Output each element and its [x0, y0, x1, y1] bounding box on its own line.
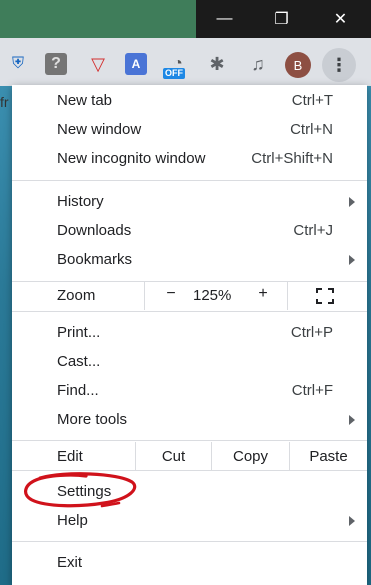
- maximize-icon: ❐: [274, 11, 289, 28]
- cut-button[interactable]: Cut: [136, 448, 211, 465]
- minimize-icon: —: [216, 10, 233, 27]
- menu-item-label: Print...: [57, 324, 101, 341]
- menu-item-label: Find...: [57, 382, 99, 399]
- menu-item-label: More tools: [57, 411, 128, 428]
- fullscreen-icon[interactable]: [316, 288, 334, 304]
- menu-item-label: Downloads: [57, 222, 132, 239]
- menu-item-label: Help: [57, 512, 88, 529]
- menu-item-downloads[interactable]: Downloads Ctrl+J: [12, 216, 367, 245]
- menu-item-shortcut: Ctrl+Shift+N: [251, 150, 333, 167]
- menu-item-new-window[interactable]: New window Ctrl+N: [12, 115, 367, 144]
- vivaldi-shield-icon[interactable]: ▽: [86, 52, 110, 76]
- close-button[interactable]: ✕: [310, 0, 371, 38]
- help-extension-icon[interactable]: ?: [45, 53, 67, 75]
- zoom-row: Zoom − 125% +: [12, 282, 367, 310]
- desktop-background: [0, 0, 196, 38]
- menu-item-label: Cast...: [57, 353, 101, 370]
- menu-item-print[interactable]: Print... Ctrl+P: [12, 318, 367, 347]
- menu-item-shortcut: Ctrl+P: [290, 324, 333, 341]
- menu-item-label: Bookmarks: [57, 251, 133, 268]
- menu-item-shortcut: Ctrl+F: [291, 382, 333, 399]
- menu-item-new-incognito-window[interactable]: New incognito window Ctrl+Shift+N: [12, 144, 367, 173]
- zoom-divider: [144, 282, 145, 310]
- edit-row: Edit Cut Copy Paste: [12, 442, 367, 470]
- menu-item-find[interactable]: Find... Ctrl+F: [12, 376, 367, 405]
- page-peek-text: fr: [0, 94, 9, 110]
- translate-icon[interactable]: A: [125, 53, 147, 75]
- media-queue-icon[interactable]: ♫: [246, 52, 270, 76]
- submenu-arrow-icon: [349, 197, 355, 207]
- menu-item-bookmarks[interactable]: Bookmarks: [12, 245, 367, 274]
- menu-item-shortcut: Ctrl+J: [293, 222, 333, 239]
- copy-button[interactable]: Copy: [212, 448, 289, 465]
- menu-item-label: Exit: [57, 554, 83, 571]
- menu-item-exit[interactable]: Exit: [12, 548, 367, 577]
- submenu-arrow-icon: [349, 516, 355, 526]
- menu-divider: [12, 180, 367, 181]
- menu-item-label: New incognito window: [57, 150, 206, 167]
- menu-item-label: New tab: [57, 92, 113, 109]
- menu-item-shortcut: Ctrl+T: [291, 92, 333, 109]
- zoom-label: Zoom: [57, 287, 96, 304]
- shield-extension-icon[interactable]: ⛨: [6, 52, 30, 76]
- submenu-arrow-icon: [349, 415, 355, 425]
- menu-item-shortcut: Ctrl+N: [290, 121, 333, 138]
- menu-item-label: Settings: [57, 483, 112, 500]
- menu-divider: [12, 541, 367, 542]
- menu-item-history[interactable]: History: [12, 187, 367, 216]
- menu-item-settings[interactable]: Settings: [12, 477, 367, 506]
- menu-divider: [12, 470, 367, 471]
- profile-avatar[interactable]: B: [285, 52, 311, 78]
- submenu-arrow-icon: [349, 255, 355, 265]
- edit-label: Edit: [57, 448, 83, 465]
- chrome-main-menu: New tab Ctrl+T New window Ctrl+N New inc…: [12, 85, 367, 585]
- zoom-level: 125%: [193, 287, 232, 304]
- zoom-divider: [287, 282, 288, 310]
- off-badge: OFF: [163, 68, 185, 79]
- menu-divider: [12, 311, 367, 312]
- menu-divider: [12, 440, 367, 441]
- close-icon: ✕: [333, 11, 348, 28]
- menu-item-cast[interactable]: Cast...: [12, 347, 367, 376]
- menu-item-label: History: [57, 193, 104, 210]
- maximize-button[interactable]: ❐: [253, 0, 310, 38]
- paste-button[interactable]: Paste: [290, 448, 367, 465]
- menu-item-more-tools[interactable]: More tools: [12, 405, 367, 434]
- menu-item-help[interactable]: Help: [12, 506, 367, 535]
- menu-kebab-icon[interactable]: ⋮: [322, 48, 356, 82]
- zoom-in-button[interactable]: +: [255, 285, 271, 303]
- menu-item-new-tab[interactable]: New tab Ctrl+T: [12, 86, 367, 115]
- minimize-button[interactable]: —: [196, 0, 253, 38]
- puzzle-icon[interactable]: ✱: [205, 52, 229, 76]
- zoom-out-button[interactable]: −: [162, 285, 180, 303]
- menu-item-label: New window: [57, 121, 142, 138]
